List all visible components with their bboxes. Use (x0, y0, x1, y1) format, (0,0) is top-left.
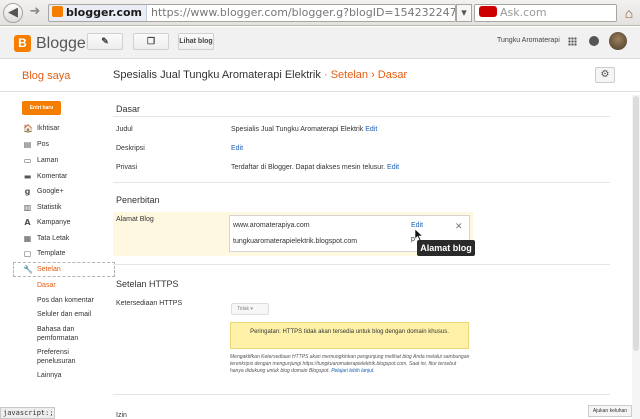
deskripsi-edit-link[interactable]: Edit (231, 145, 243, 152)
sidebar-item-google-plus[interactable]: Google+ (37, 188, 64, 195)
layout-icon: ▦ (23, 234, 32, 243)
page-title: Spesialis Jual Tungku Aromaterapi Elektr… (113, 69, 407, 81)
https-note: Mengaktifkan Ketersediaan HTTPS akan mem… (230, 354, 470, 375)
divider (113, 116, 610, 117)
wrench-icon: 🔧 (23, 265, 33, 274)
sidebar-sub-seluler-email[interactable]: Seluler dan email (37, 310, 91, 319)
https-select[interactable]: Tidak ▾ (231, 303, 269, 315)
sidebar-item-setelan[interactable]: Setelan (37, 266, 61, 273)
sidebar-sub-pos-komentar[interactable]: Pos dan komentar (37, 296, 94, 305)
privasi-row: Terdaftar di Blogger. Dapat diakses mesi… (231, 164, 399, 171)
google-plus-icon: g (24, 187, 31, 196)
alamat-blogspot: tungkuaromaterapielektrik.blogspot.com (233, 238, 358, 245)
sidebar-item-template[interactable]: Template (37, 250, 65, 257)
apps-grid-icon[interactable] (568, 37, 577, 46)
avatar[interactable] (609, 32, 627, 50)
url-dropdown-button[interactable]: ▾ (456, 4, 472, 22)
comments-icon: ▬ (23, 172, 32, 181)
privasi-label: Privasi (116, 164, 138, 171)
scrollbar-thumb[interactable] (633, 96, 639, 351)
blogger-favicon-icon (52, 6, 63, 17)
ask-engine-icon (479, 6, 497, 17)
new-post-button[interactable]: Entri baru (22, 101, 61, 115)
blogger-logo-letter: B (18, 36, 27, 50)
breadcrumb-setelan[interactable]: Setelan (331, 69, 368, 81)
status-bar: javascript:; (0, 407, 55, 419)
judul-label: Judul (116, 126, 133, 133)
deskripsi-label: Deskripsi (116, 145, 145, 152)
breadcrumb-arrow: › (371, 69, 375, 81)
section-penerbitan-title: Penerbitan (116, 195, 160, 205)
view-blog-button[interactable]: Lihat blog (178, 33, 214, 50)
learn-more-link[interactable]: Pelajari lebih lanjut. (331, 368, 374, 374)
copy-icon: ❐ (146, 36, 156, 46)
divider (113, 264, 610, 265)
alamat-custom-domain: www.aromaterapiya.com (233, 222, 310, 229)
privasi-edit-link[interactable]: Edit (387, 164, 399, 171)
sidebar-item-pos[interactable]: Pos (37, 141, 49, 148)
sidebar-item-komentar[interactable]: Komentar (37, 173, 67, 180)
sidebar-sub-bahasa-2[interactable]: pemformatan (37, 334, 78, 343)
sidebar-sub-dasar[interactable]: Dasar (37, 281, 56, 290)
sidebar-sub-preferensi[interactable]: Preferensi (37, 348, 69, 357)
judul-value: Spesialis Jual Tungku Aromaterapi Elektr… (231, 126, 364, 133)
address-bar[interactable]: blogger.com https://www.blogger.com/blogg… (48, 4, 456, 22)
posts-icon: ▤ (23, 140, 32, 149)
my-blogs-link[interactable]: Blog saya (22, 70, 70, 82)
sidebar-item-statistik[interactable]: Statistik (37, 204, 62, 211)
sidebar-item-kampanye[interactable]: Kampanye (37, 219, 70, 226)
notifications-icon[interactable] (589, 36, 599, 46)
back-button[interactable]: ◀ (3, 3, 23, 23)
divider (113, 394, 610, 395)
pencil-icon: ✎ (101, 36, 109, 46)
https-warning: Peringatan: HTTPS tidak akan tersedia un… (230, 322, 469, 349)
home-icon: 🏠 (23, 124, 33, 133)
divider (113, 182, 610, 183)
gear-icon: ⚙ (600, 69, 610, 80)
url-text: https://www.blogger.com/blogger.g?blogID… (151, 6, 456, 19)
close-icon[interactable]: ✕ (455, 221, 463, 232)
sidebar-sub-lainnya[interactable]: Lainnya (37, 371, 62, 380)
alamat-label: Alamat Blog (116, 216, 154, 223)
home-icon[interactable]: ⌂ (620, 4, 638, 22)
blog-name[interactable]: Spesialis Jual Tungku Aromaterapi Elektr… (113, 69, 321, 81)
sidebar-sub-preferensi-2[interactable]: penelusuran (37, 357, 76, 366)
feedback-button[interactable]: Ajukan keluhan (588, 405, 632, 417)
new-post-pencil-button[interactable]: ✎ (87, 33, 123, 50)
stats-icon: ▥ (23, 203, 32, 212)
privasi-value: Terdaftar di Blogger. Dapat diakses mesi… (231, 164, 386, 171)
https-availability-label: Ketersediaan HTTPS (116, 300, 183, 307)
judul-edit-link[interactable]: Edit (365, 126, 377, 133)
blogger-logo-text[interactable]: Blogger (36, 35, 91, 52)
alamat-edit-link[interactable]: Edit (411, 222, 423, 229)
breadcrumb-separator: · (323, 69, 328, 81)
judul-row: Spesialis Jual Tungku Aromaterapi Elektr… (231, 126, 377, 133)
breadcrumb-dasar: Dasar (377, 69, 408, 81)
sidebar-sub-bahasa[interactable]: Bahasa dan (37, 325, 74, 334)
forward-button[interactable]: ➜ (25, 3, 45, 23)
tooltip: Alamat blog (417, 240, 475, 256)
section-https-title: Setelan HTTPS (116, 279, 179, 289)
browser-search-input[interactable]: Ask.com (474, 4, 617, 22)
adwords-icon: A (24, 218, 31, 227)
template-icon: ▢ (23, 249, 32, 258)
section-dasar-title: Dasar (116, 104, 141, 114)
sidebar-item-ikhtisar[interactable]: Ikhtisar (37, 125, 60, 132)
sidebar-item-laman[interactable]: Laman (37, 157, 58, 164)
account-name: Tungku Aromaterapi (497, 37, 560, 44)
site-identity[interactable]: blogger.com (49, 5, 147, 21)
pages-icon: ▭ (23, 156, 32, 165)
sidebar-item-tata-letak[interactable]: Tata Letak (37, 235, 69, 242)
section-izin-title: Izin (116, 412, 127, 419)
view-posts-button[interactable]: ❐ (133, 33, 169, 50)
settings-gear-button[interactable]: ⚙ (595, 67, 615, 83)
